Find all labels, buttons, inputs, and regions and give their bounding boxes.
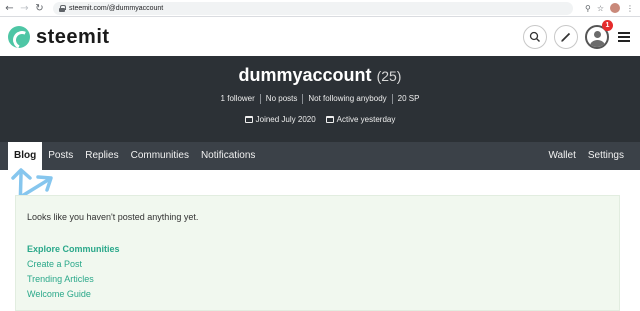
following-count[interactable]: Not following anybody — [302, 94, 391, 104]
tab-wallet[interactable]: Wallet — [542, 142, 581, 170]
pencil-icon — [561, 32, 571, 42]
search-button[interactable] — [523, 25, 547, 49]
browser-profile-avatar[interactable] — [610, 3, 620, 13]
profile-header: dummyaccount (25) — [0, 65, 640, 86]
site-header: steemit 1 — [0, 18, 640, 56]
explore-communities-link[interactable]: Explore Communities — [27, 242, 120, 257]
calendar-icon — [244, 116, 253, 123]
lock-icon — [59, 4, 66, 12]
tab-settings[interactable]: Settings — [582, 142, 630, 170]
tab-communities[interactable]: Communities — [125, 142, 195, 170]
profile-banner: dummyaccount (25) 1 follower No posts No… — [0, 56, 640, 142]
hamburger-menu-icon[interactable] — [618, 32, 630, 42]
tab-replies[interactable]: Replies — [79, 142, 124, 170]
notification-badge: 1 — [602, 20, 613, 31]
followers-count[interactable]: 1 follower — [216, 94, 260, 104]
browser-toolbar: ← → ↻ steemit.com/@dummyaccount ⚲ ☆ ⋮ — [0, 0, 640, 17]
logo-text: steemit — [36, 25, 110, 48]
welcome-guide-link[interactable]: Welcome Guide — [27, 287, 120, 302]
profile-tabs: Blog Posts Replies Communities Notificat… — [0, 142, 640, 170]
url-text[interactable]: steemit.com/@dummyaccount — [69, 5, 163, 12]
steem-power: 20 SP — [391, 94, 425, 104]
calendar-icon — [325, 116, 334, 123]
user-menu-button[interactable]: 1 — [585, 20, 613, 49]
profile-name: dummyaccount — [238, 65, 372, 85]
profile-meta: Joined July 2020 Active yesterday — [0, 115, 640, 124]
posts-count: No posts — [259, 94, 303, 104]
zoom-icon[interactable]: ⚲ — [585, 4, 591, 13]
empty-message: Looks like you haven't posted anything y… — [27, 212, 199, 222]
tab-notifications[interactable]: Notifications — [195, 142, 261, 170]
create-post-link[interactable]: Create a Post — [27, 257, 120, 272]
joined-date: Joined July 2020 — [255, 115, 316, 124]
star-icon[interactable]: ☆ — [597, 4, 604, 13]
search-icon — [529, 31, 540, 42]
arrow-left-icon[interactable]: ← — [4, 3, 15, 14]
steemit-logo[interactable]: steemit — [8, 26, 110, 49]
address-bar[interactable]: steemit.com/@dummyaccount — [53, 1, 573, 15]
last-active: Active yesterday — [336, 115, 396, 124]
reputation-score: (25) — [376, 68, 402, 84]
blog-empty-state: Looks like you haven't posted anything y… — [15, 195, 620, 311]
profile-stats: 1 follower No posts Not following anybod… — [0, 94, 640, 104]
suggestion-links: Explore Communities Create a Post Trendi… — [27, 242, 120, 302]
arrow-right-icon[interactable]: → — [19, 3, 30, 14]
kebab-menu-icon[interactable]: ⋮ — [626, 4, 634, 13]
trending-articles-link[interactable]: Trending Articles — [27, 272, 120, 287]
steemit-logo-icon — [8, 26, 30, 48]
reload-icon[interactable]: ↻ — [34, 3, 45, 14]
create-post-button[interactable] — [554, 25, 578, 49]
